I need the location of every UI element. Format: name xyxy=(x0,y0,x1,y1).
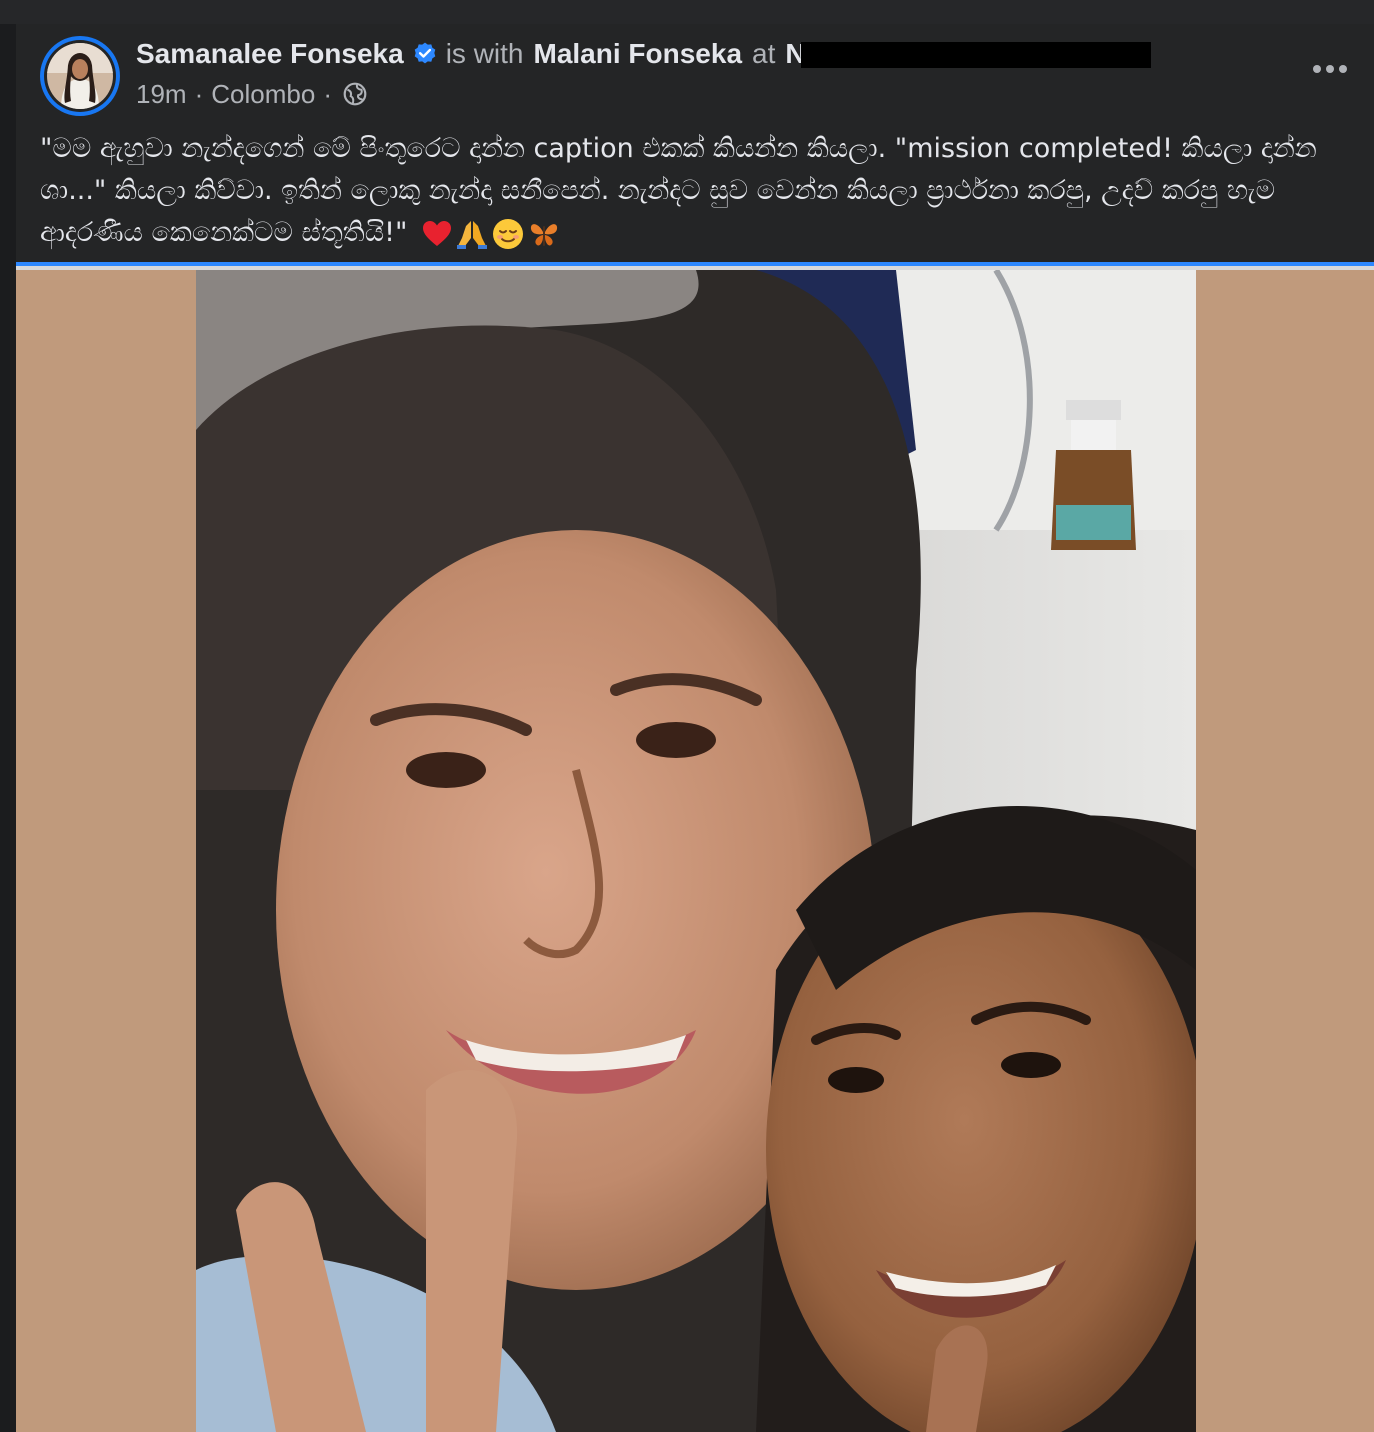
post-title-line: Samanalee Fonseka is with Malani Fonseka… xyxy=(136,36,1152,72)
avatar-inner xyxy=(44,40,116,112)
meta-separator: · xyxy=(323,78,332,109)
verified-badge-icon xyxy=(414,42,435,64)
caption-emojis xyxy=(422,218,560,250)
globe-icon[interactable] xyxy=(342,81,368,107)
tagged-person[interactable]: Malani Fonseka xyxy=(534,38,743,70)
with-text: is with xyxy=(445,38,524,69)
redaction-bar xyxy=(801,42,1152,68)
location-link[interactable]: N xyxy=(785,38,1152,70)
author-name[interactable]: Samanalee Fonseka xyxy=(136,38,404,70)
post-location[interactable]: Colombo xyxy=(211,79,315,110)
relieved-face-emoji xyxy=(492,218,523,249)
heart-emoji xyxy=(422,220,451,246)
feed-post: Samanalee Fonseka is with Malani Fonseka… xyxy=(16,24,1374,1432)
top-strip xyxy=(0,0,1374,24)
folded-hands-emoji xyxy=(456,220,487,249)
butterfly-emoji xyxy=(530,223,558,246)
avatar-story-ring[interactable] xyxy=(40,36,120,116)
media-container xyxy=(16,270,1374,1432)
meta-separator: · xyxy=(194,78,204,109)
at-text: at xyxy=(752,38,776,69)
caption-text: "මම ඇහුවා නැන්දගෙන් මේ පිංතූරෙට දාන්න ca… xyxy=(40,133,1317,248)
post-caption: "මම ඇහුවා නැන්දගෙන් මේ පිංතූරෙට දාන්න ca… xyxy=(40,128,1350,254)
post-header: Samanalee Fonseka is with Malani Fonseka… xyxy=(16,24,1374,128)
post-photo[interactable] xyxy=(196,270,1196,1432)
avatar[interactable] xyxy=(47,43,113,109)
more-options-icon[interactable] xyxy=(1308,54,1352,84)
left-gutter xyxy=(0,24,16,1432)
post-timestamp[interactable]: 19m xyxy=(136,79,187,110)
post-meta: 19m · Colombo · xyxy=(136,78,368,110)
